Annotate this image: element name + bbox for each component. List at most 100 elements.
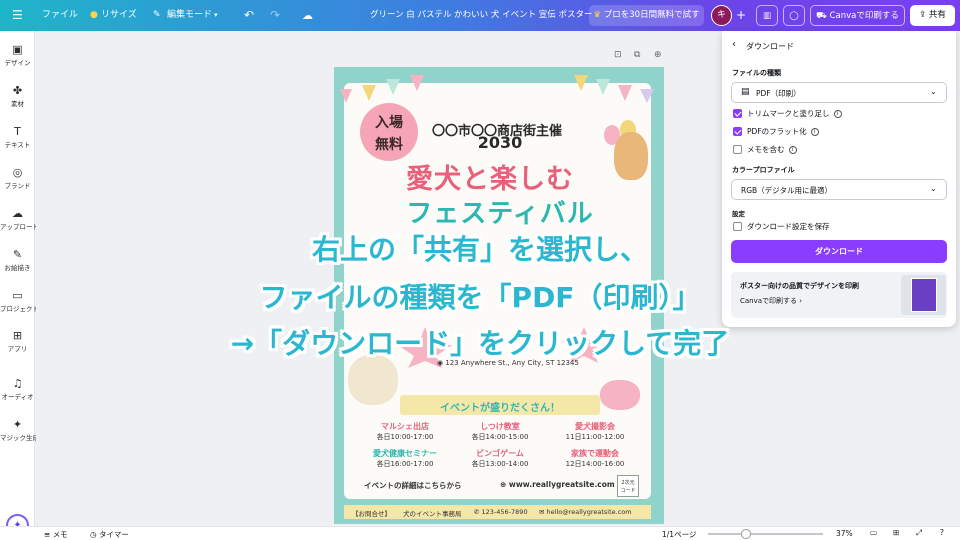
event-name: しつけ教室 [480,422,520,431]
bottom-bar: ≡ メモ ◷ タイマー 1/1ページ 37% ▭ ⊞ ⤢ ? [0,526,960,540]
dog-illustration [614,132,648,180]
rail-item-brand[interactable]: ◎ ブランド [0,166,35,191]
notes-label: メモ [52,530,68,539]
add-collaborator-icon[interactable]: + [736,0,746,31]
color-profile-label: カラープロファイル [732,166,795,174]
option-text: PDFのフラット化 [747,127,807,136]
redo-icon[interactable]: ↷ [270,0,280,31]
design-icon: ▣ [12,43,23,56]
event-time: 12日14:00-16:00 [565,460,625,468]
analytics-icon[interactable]: ▥ [756,5,778,26]
print-with-canva-button[interactable]: ⛟ Canvaで印刷する [810,5,905,26]
pencil-icon: ✎ [153,10,161,20]
event-name: マルシェ出店 [381,422,429,431]
undo-icon[interactable]: ↶ [244,0,254,31]
avatar[interactable]: キ [711,5,732,26]
file-type-label: ファイルの種類 [732,69,781,77]
poster-website: ⊕ www.reallygreatsite.com [500,480,618,489]
add-page-icon[interactable]: ⊕ [654,50,662,60]
caption-line-3: →「ダウンロード」をクリックして完了 [230,327,730,360]
rail-label: テキスト [4,141,31,149]
option-label: トリムマークと塗り足し i [747,108,842,119]
share-label: 共有 [928,10,946,20]
info-icon[interactable]: i [833,110,842,118]
pro-trial-label: プロを30日間無料で試す [603,10,700,20]
file-menu[interactable]: ファイル [42,0,78,31]
page-view-icon[interactable]: ▭ [870,528,877,537]
rail-item-audio[interactable]: ♫ オーディオ [0,377,35,402]
phone-icon: ✆ [474,508,480,516]
contact-org: 犬のイベント事務局 [403,510,462,518]
grid-view-icon[interactable]: ⊞ [893,528,899,537]
lock-icon[interactable]: ⊡ [614,50,622,60]
fullscreen-icon[interactable]: ⤢ [916,528,922,538]
event-time: 11日11:00-12:00 [565,433,625,441]
page-count[interactable]: 1/1ページ [662,529,696,540]
notes-button[interactable]: ≡ メモ [44,529,68,540]
include-notes-checkbox[interactable] [733,145,742,154]
help-icon[interactable]: ? [940,528,944,537]
timer-icon: ◷ [90,530,97,539]
duplicate-page-icon[interactable]: ⧉ [634,50,640,60]
flatten-pdf-checkbox[interactable] [733,127,742,136]
rail-item-elements[interactable]: ✤ 素材 [0,84,35,109]
print-label: Canvaで印刷する [829,11,899,21]
chevron-down-icon[interactable]: ▾ [214,0,218,31]
crown-icon: ♛ [593,10,602,20]
option-label: PDFのフラット化 i [747,126,819,137]
free-badge-line2: 無料 [375,137,403,153]
zoom-slider[interactable] [708,533,823,535]
text-icon: T [14,125,21,138]
elements-icon: ✤ [12,84,23,97]
panel-title: ダウンロード [746,42,794,51]
info-icon[interactable]: i [810,128,819,136]
contact-label: 【お問合せ】 [352,510,391,518]
events-title: イベントが盛りだくさん！ [440,403,560,414]
color-profile-select[interactable]: RGB（デジタル用に最適） ⌄ [731,179,947,200]
back-arrow-icon[interactable]: ‹ [732,39,736,50]
zoom-slider-handle[interactable] [741,529,751,539]
settings-label: 設定 [732,210,745,218]
option-text: トリムマークと塗り足し [747,109,830,118]
chevron-down-icon: ⌄ [930,87,937,96]
crown-icon: ● [90,10,98,20]
event-name: 愛犬健康セミナー [373,449,437,458]
rail-label: オーディオ [1,393,34,401]
chevron-down-icon: ⌄ [930,184,937,193]
edit-mode-button[interactable]: 編集モード [167,0,212,31]
truck-icon: ⛟ [816,11,827,21]
dog-illustration [600,380,640,410]
event-time: 各日13:00-14:00 [471,460,529,468]
email-text: hello@reallygreatsite.com [546,508,632,516]
document-title[interactable]: グリーン 白 パステル かわいい 犬 イベント 宣伝 ポスター [370,0,593,31]
pro-trial-button[interactable]: ♛ プロを30日間無料で試す [589,5,704,26]
contact-phone: ✆ 123-456-7890 [474,508,528,516]
resize-button[interactable]: リサイズ [101,0,137,31]
menu-icon[interactable]: ☰ [12,0,23,31]
rail-item-text[interactable]: T テキスト [0,125,35,150]
details-text: イベントの詳細はこちらから [364,481,462,490]
upload-icon: ⇪ [919,10,927,20]
file-type-value: PDF（印刷） [756,89,801,98]
caption-line-2: ファイルの種類を「PDF（印刷）」 [259,281,701,314]
trim-marks-checkbox[interactable] [733,109,742,118]
magic-icon: ✦ [12,418,23,431]
zoom-level[interactable]: 37% [836,529,853,538]
event-name: ビンゴゲーム [476,449,524,458]
rail-item-design[interactable]: ▣ デザイン [0,43,35,68]
event-time: 各日14:00-15:00 [471,433,529,441]
file-type-select[interactable]: ▤ PDF（印刷） ⌄ [731,82,947,103]
event-name: 家族で運動会 [571,449,619,458]
cloud-sync-icon[interactable]: ☁ [302,0,313,31]
event-time: 各日10:00-17:00 [376,433,434,441]
info-icon[interactable]: i [788,146,797,154]
share-button[interactable]: ⇪ 共有 [910,5,955,26]
comment-icon[interactable]: ◯ [783,5,805,26]
timer-button[interactable]: ◷ タイマー [90,529,129,540]
rail-item-magic[interactable]: ✦ マジック生成 [0,418,39,443]
poster-subheadline: フェスティバル [406,199,594,229]
qr-code-placeholder: 2次元 コード [617,475,639,497]
rail-label: 素材 [11,100,24,108]
audio-icon: ♫ [12,377,23,390]
mail-icon: ✉ [539,508,545,516]
